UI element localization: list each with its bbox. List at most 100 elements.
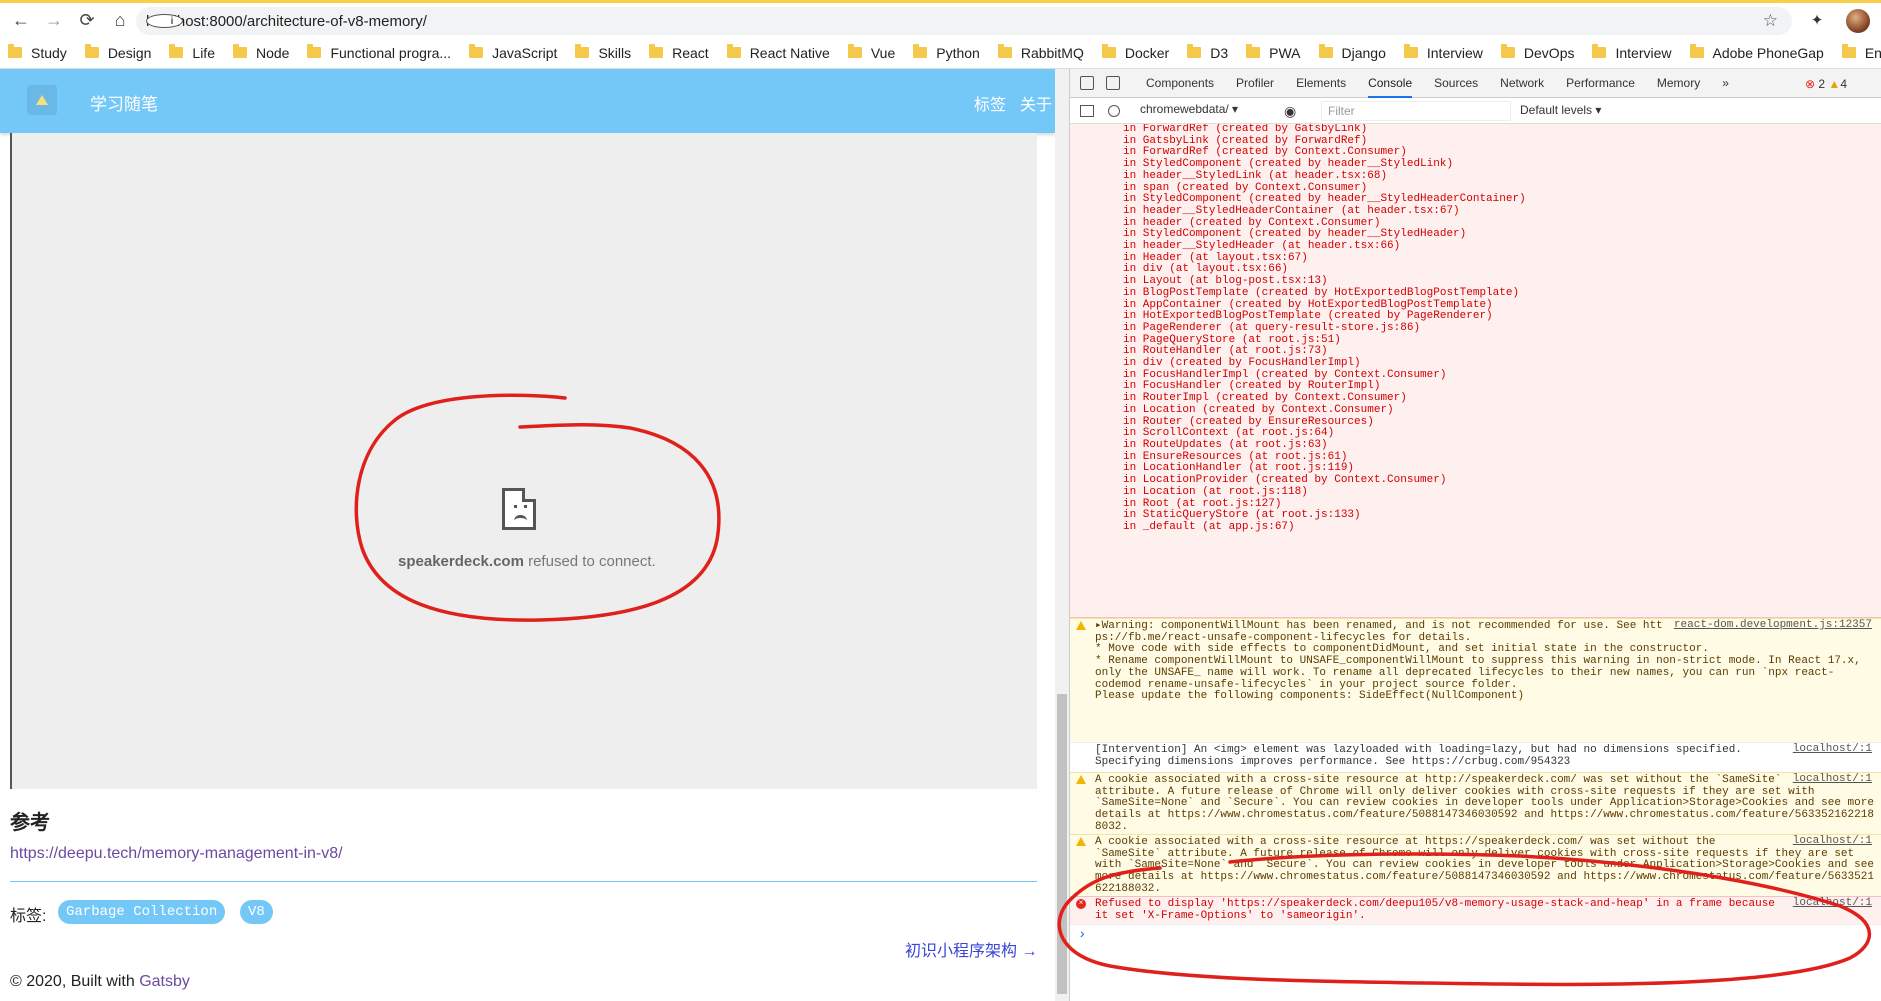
context-selector[interactable]: chromewebdata/ ▾ (1140, 102, 1270, 120)
console-source-link[interactable]: localhost/:1 (1793, 743, 1872, 756)
site-title[interactable]: 学习随笔 (90, 90, 158, 115)
live-expression-eye-icon[interactable]: ◉ (1284, 103, 1296, 120)
issue-counts[interactable]: ⊗ 2 ▲4 (1805, 77, 1847, 91)
bookmark-folder[interactable]: React Native (726, 44, 830, 61)
devtools-panel: Components Profiler Elements Console Sources… (1069, 69, 1881, 1001)
log-levels-dropdown[interactable]: Default levels ▾ (1520, 103, 1601, 117)
folder-icon (469, 44, 484, 58)
devtools-tab-console[interactable]: Console (1368, 76, 1413, 98)
devtools-tab-network[interactable]: Network (1500, 76, 1544, 90)
stack-line: in PageRenderer (at query-result-store.j… (1123, 321, 1421, 334)
folder-icon (1246, 44, 1261, 58)
bookmark-folder[interactable]: Vue (847, 44, 895, 61)
scrollbar-thumb[interactable] (1057, 694, 1067, 994)
stack-line: in BlogPostTemplate (created by HotExpor… (1123, 286, 1520, 299)
console-filter-input[interactable]: Filter (1321, 101, 1511, 121)
page-scrollbar[interactable] (1055, 69, 1069, 1001)
inspect-element-icon[interactable] (1080, 76, 1094, 90)
footer-gatsby-link[interactable]: Gatsby (139, 973, 190, 990)
back-arrow-icon[interactable]: ← (9, 8, 33, 32)
bookmark-folder[interactable]: Node (232, 44, 289, 61)
bookmark-folder[interactable]: Docker (1101, 44, 1169, 61)
bookmark-folder[interactable]: React (649, 44, 709, 61)
reload-icon[interactable]: ⟳ (75, 8, 99, 32)
message-line: [Intervention] An <img> element was lazy… (1095, 744, 1742, 756)
reference-link[interactable]: https://deepu.tech/memory-management-in-… (10, 845, 343, 863)
footer: © 2020, Built with Gatsby (10, 973, 190, 991)
folder-icon (84, 44, 99, 58)
iframe-error-domain: speakerdeck.com (398, 553, 524, 570)
tag-v8[interactable]: V8 (240, 900, 273, 924)
bookmark-folder[interactable]: Python (913, 44, 980, 61)
bookmark-label: Interview (1426, 44, 1483, 61)
nav-link-tags[interactable]: 标签 (974, 91, 1006, 115)
stack-line: in _default (at app.js:67) (1123, 520, 1295, 533)
device-toolbar-icon[interactable] (1106, 76, 1120, 90)
bookmark-folder[interactable]: D3 (1187, 44, 1228, 61)
bookmark-folder[interactable]: Functional progra... (307, 44, 452, 61)
tag-garbage-collection[interactable]: Garbage Collection (58, 900, 226, 924)
folder-icon (8, 44, 22, 58)
message-line: only the UNSAFE_ name will work. To rena… (1095, 666, 1835, 679)
devtools-tab-performance[interactable]: Performance (1566, 76, 1635, 90)
console-source-link[interactable]: localhost/:1 (1793, 835, 1872, 848)
iframe-error-text: refused to connect. (528, 553, 656, 570)
address-bar-url[interactable]: localhost:8000/architecture-of-v8-memory… (146, 13, 427, 30)
message-line: 622188032. (1095, 882, 1162, 895)
clear-console-icon[interactable] (1108, 104, 1120, 117)
console-source-link[interactable]: react-dom.development.js:12357 (1674, 619, 1872, 632)
console-prompt-icon[interactable]: › (1078, 928, 1086, 942)
profile-avatar[interactable] (1846, 9, 1870, 33)
folder-icon (1403, 44, 1418, 58)
console-warning-lifecycle: react-dom.development.js:12357 ▸Warning:… (1070, 618, 1881, 742)
forward-arrow-icon[interactable]: → (42, 8, 66, 32)
bookmark-folder[interactable]: JavaScript (469, 44, 557, 61)
next-post-link[interactable]: 初识小程序架构 → (905, 937, 1037, 961)
console-source-link[interactable]: localhost/:1 (1793, 773, 1872, 786)
bookmark-folder[interactable]: Enterprise (1841, 44, 1881, 61)
bookmark-label: Django (1341, 44, 1386, 61)
bookmark-folder[interactable]: Design (84, 44, 151, 61)
bookmark-folder[interactable]: DevOps (1500, 44, 1574, 61)
site-info-icon[interactable]: i (146, 14, 183, 28)
folder-icon (726, 44, 741, 58)
devtools-tab-profiler[interactable]: Profiler (1236, 76, 1274, 90)
devtools-tab-elements[interactable]: Elements (1296, 76, 1346, 90)
bookmark-folder[interactable]: Life (169, 44, 215, 61)
message-line: Refused to display 'https://speakerdeck.… (1095, 898, 1775, 910)
stack-line: in Location (created by Context.Consumer… (1123, 403, 1394, 416)
browser-window: { "browser": { "url": "localhost:8000/ar… (0, 0, 1881, 1001)
bookmark-label: RabbitMQ (1020, 44, 1084, 61)
console-warning-cookie-1: localhost/:1 A cookie associated with a … (1070, 772, 1881, 834)
bookmark-folder[interactable]: Interview (1592, 44, 1672, 61)
folder-icon (1101, 44, 1116, 58)
nav-link-about[interactable]: 关于 (1020, 91, 1052, 115)
bookmark-folder[interactable]: Study (8, 44, 67, 61)
site-logo[interactable] (27, 85, 57, 115)
bookmark-label: Interview (1615, 44, 1672, 61)
bookmark-folder[interactable]: PWA (1246, 44, 1301, 61)
bookmark-folder[interactable]: Adobe PhoneGap (1689, 44, 1824, 61)
bookmark-folder[interactable]: Interview (1403, 44, 1483, 61)
address-bar[interactable]: i localhost:8000/architecture-of-v8-memo… (136, 7, 1792, 35)
sidebar-toggle-icon[interactable] (1080, 104, 1094, 117)
bookmark-star-icon[interactable]: ☆ (1763, 11, 1778, 31)
bookmark-folder[interactable]: Skills (575, 44, 631, 61)
bookmark-folder[interactable]: Django (1318, 44, 1386, 61)
console-source-link[interactable]: localhost/:1 (1793, 897, 1872, 910)
devtools-tab-components[interactable]: Components (1146, 76, 1214, 90)
folder-icon (1187, 44, 1202, 58)
bookmark-folder[interactable]: RabbitMQ (997, 44, 1084, 61)
warning-count-icon: ▲ (1828, 77, 1841, 91)
page-viewport: 学习随笔 标签 关于 speakerdeck.com refused to co… (0, 69, 1055, 1001)
folder-icon (913, 44, 928, 58)
home-icon[interactable]: ⌂ (108, 8, 132, 32)
devtools-tab-[interactable]: » (1722, 76, 1729, 90)
extension-icon[interactable]: ✦ (1807, 11, 1827, 31)
bookmark-label: Functional progra... (330, 44, 452, 61)
folder-icon (232, 44, 247, 58)
bookmark-label: React (672, 44, 709, 61)
devtools-tab-memory[interactable]: Memory (1657, 76, 1700, 90)
devtools-tab-sources[interactable]: Sources (1434, 76, 1478, 90)
warning-count: 4 (1840, 77, 1847, 91)
